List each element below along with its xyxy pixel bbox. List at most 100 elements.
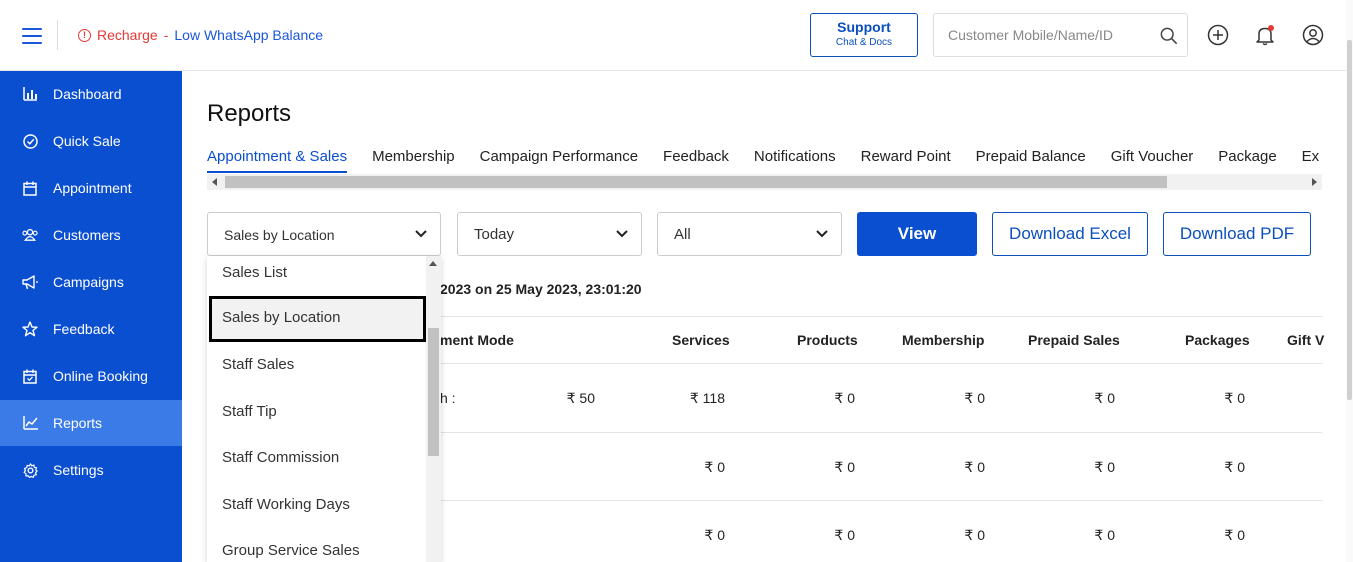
dropdown-scrollbar[interactable] [426,256,441,562]
customer-search-input[interactable] [946,26,1136,44]
sidebar-item-label: Online Booking [53,368,148,384]
cell-amount: ₹ 50 [566,390,595,406]
cell-products: ₹ 0 [834,459,855,475]
column-header-prepaid-sales: Prepaid Sales [1028,332,1120,348]
tab-ex[interactable]: Ex [1302,148,1320,171]
sidebar-item-reports[interactable]: Reports [0,400,182,446]
period-value: Today [474,226,515,243]
megaphone-icon [22,274,38,290]
gear-icon [22,462,38,478]
cell-prepaid: ₹ 0 [1094,390,1115,406]
sidebar-item-settings[interactable]: Settings [0,447,182,493]
period-select[interactable]: Today [457,212,642,256]
scrollbar-thumb[interactable] [225,176,1167,188]
download-excel-button[interactable]: Download Excel [992,212,1148,256]
cell-services: ₹ 0 [704,527,725,543]
calendar-check-icon [22,368,38,384]
tab-package[interactable]: Package [1218,148,1276,171]
customer-search [933,13,1188,57]
sidebar-item-appointment[interactable]: Appointment [0,165,182,211]
report-generated-info: 2023 on 25 May 2023, 23:01:20 [440,281,642,297]
sidebar-item-customers[interactable]: Customers [0,212,182,258]
sidebar-item-campaigns[interactable]: Campaigns [0,259,182,305]
sidebar-item-feedback[interactable]: Feedback [0,306,182,352]
alert-circle-icon: ! [78,28,91,42]
tab-notifications[interactable]: Notifications [754,148,836,171]
tab-reward-point[interactable]: Reward Point [861,148,951,171]
add-circle-icon[interactable] [1207,24,1229,46]
hamburger-menu-icon[interactable] [22,28,42,44]
page-vertical-scrollbar[interactable] [1346,0,1353,562]
cell-prepaid: ₹ 0 [1094,527,1115,543]
dropdown-option-sales-list[interactable]: Sales List [207,256,426,296]
cell-membership: ₹ 0 [964,459,985,475]
bar-chart-icon [22,86,38,102]
calendar-icon [22,180,38,196]
scroll-up-arrow-icon[interactable] [429,261,437,266]
sidebar-item-label: Settings [53,462,104,478]
sidebar-item-label: Quick Sale [53,133,121,149]
dropdown-scrollbar-thumb[interactable] [428,328,439,456]
star-icon [22,321,38,337]
sidebar-item-label: Feedback [53,321,115,337]
cell-packages: ₹ 0 [1224,527,1245,543]
tab-gift-voucher[interactable]: Gift Voucher [1111,148,1194,171]
check-circle-icon [22,133,38,149]
support-title: Support [837,19,891,35]
column-header-membership: Membership [902,332,985,348]
search-icon[interactable] [1160,27,1178,45]
scope-select[interactable]: All [657,212,842,256]
sidebar-item-dashboard[interactable]: Dashboard [0,71,182,117]
report-type-select[interactable]: Sales by Location [207,212,441,256]
sidebar-item-quick-sale[interactable]: Quick Sale [0,118,182,164]
scope-value: All [674,226,691,243]
column-header-products: Products [797,332,858,348]
support-button[interactable]: Support Chat & Docs [810,13,918,57]
dropdown-option-staff-commission[interactable]: Staff Commission [207,435,426,481]
sidebar-item-label: Campaigns [53,274,124,290]
chevron-down-icon [616,230,628,238]
dropdown-option-staff-sales[interactable]: Staff Sales [207,342,426,388]
chevron-down-icon [415,230,427,238]
low-balance-text[interactable]: Low WhatsApp Balance [174,27,323,43]
low-balance-alert[interactable]: ! Recharge - Low WhatsApp Balance [78,27,323,43]
notification-bell-icon[interactable] [1254,24,1276,46]
tab-prepaid-balance[interactable]: Prepaid Balance [976,148,1086,171]
dropdown-option-staff-working-days[interactable]: Staff Working Days [207,482,426,528]
sidebar: Dashboard Quick Sale Appointment Custome… [0,71,182,562]
tab-appointment-sales[interactable]: Appointment & Sales [207,148,348,173]
cell-membership: ₹ 0 [964,390,985,406]
scroll-right-arrow-icon[interactable] [1312,178,1317,186]
page-title: Reports [207,100,292,127]
tab-feedback[interactable]: Feedback [663,148,729,171]
cell-services: ₹ 118 [689,390,725,406]
cell-products: ₹ 0 [834,527,855,543]
user-account-icon[interactable] [1302,24,1324,46]
cell-products: ₹ 0 [834,390,855,406]
column-header-packages: Packages [1185,332,1250,348]
tab-campaign-performance[interactable]: Campaign Performance [480,148,638,171]
column-header-services: Services [672,332,730,348]
line-chart-icon [22,415,38,431]
download-pdf-button[interactable]: Download PDF [1163,212,1311,256]
view-button[interactable]: View [857,212,977,256]
sidebar-item-online-booking[interactable]: Online Booking [0,353,182,399]
sidebar-item-label: Customers [53,227,121,243]
header-divider [57,20,58,50]
dropdown-option-staff-tip[interactable]: Staff Tip [207,389,426,435]
alert-separator: - [163,27,169,43]
dropdown-option-sales-by-location[interactable]: Sales by Location [209,296,426,342]
sidebar-item-label: Appointment [53,180,132,196]
users-icon [22,227,38,243]
tab-membership[interactable]: Membership [372,148,455,171]
sidebar-item-label: Reports [53,415,103,431]
report-type-value: Sales by Location [224,227,335,243]
dropdown-option-group-service-sales[interactable]: Group Service Sales [207,528,426,562]
cell-membership: ₹ 0 [964,527,985,543]
recharge-link[interactable]: Recharge [97,27,158,43]
tabs-horizontal-scrollbar[interactable] [207,174,1322,190]
scroll-left-arrow-icon[interactable] [212,178,217,186]
report-type-dropdown-list: Sales List Sales by Location Staff Sales… [207,256,441,562]
page-scrollbar-thumb[interactable] [1347,40,1352,400]
cell-payment-mode: h : [440,390,456,406]
